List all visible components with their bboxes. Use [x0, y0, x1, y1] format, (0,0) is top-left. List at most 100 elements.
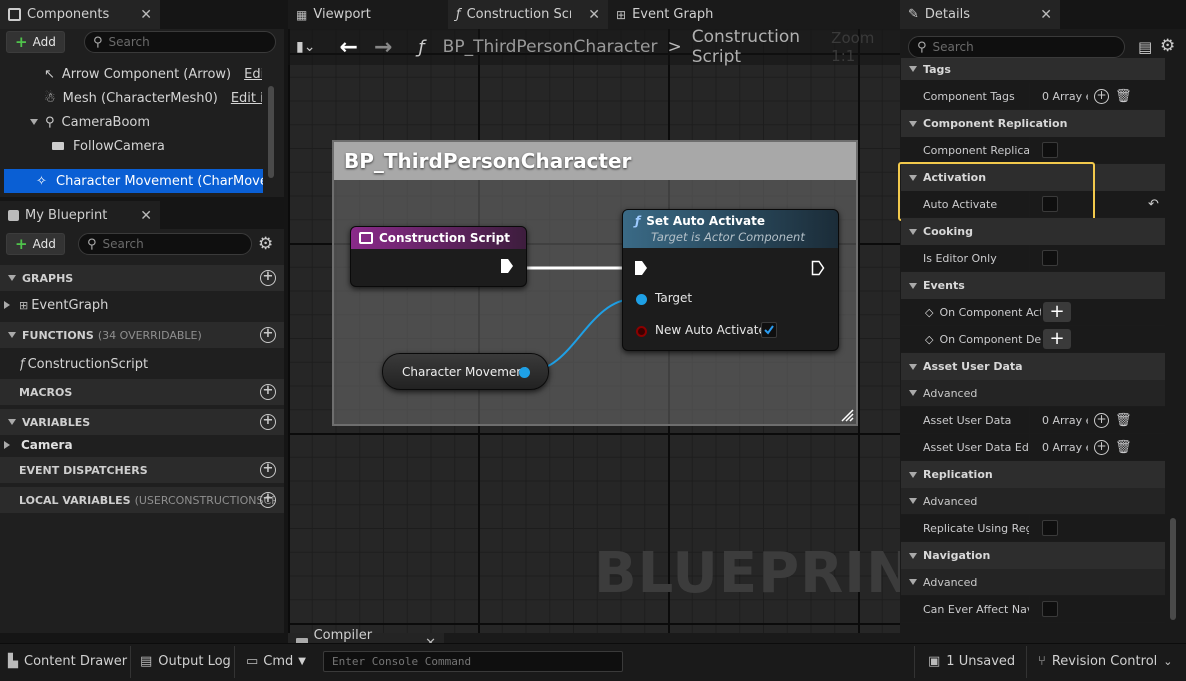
- divider: [130, 646, 131, 678]
- section-macros[interactable]: MACROS +: [0, 379, 284, 405]
- save-icon: ▣: [928, 654, 941, 669]
- function-icon: ƒ: [456, 7, 461, 22]
- tab-viewport[interactable]: ▦ Viewport: [288, 0, 448, 29]
- chevron-right-icon[interactable]: [4, 441, 10, 449]
- tab-event-graph[interactable]: ⊞ Event Graph: [608, 0, 768, 29]
- console-input-box[interactable]: [323, 651, 623, 672]
- section-variables[interactable]: VARIABLES +: [0, 409, 284, 435]
- add-blueprint-button[interactable]: + Add: [6, 233, 65, 255]
- bool-pin[interactable]: [636, 326, 647, 337]
- sub-advanced[interactable]: Advanced: [901, 380, 1165, 407]
- trash-icon[interactable]: 🗑: [1115, 89, 1132, 104]
- tab-my-blueprint[interactable]: My Blueprint ✕: [0, 201, 160, 230]
- cat-events[interactable]: Events: [901, 272, 1165, 299]
- add-dispatcher-icon[interactable]: +: [260, 462, 276, 478]
- console-input[interactable]: [332, 655, 622, 668]
- cat-asset-user-data[interactable]: Asset User Data: [901, 353, 1165, 380]
- reset-to-default-icon[interactable]: ↶: [1148, 197, 1159, 212]
- trash-icon[interactable]: 🗑: [1115, 440, 1132, 455]
- details-scrollbar[interactable]: [1170, 518, 1176, 620]
- exec-in-pin[interactable]: [634, 260, 648, 276]
- target-pin[interactable]: [636, 294, 647, 305]
- edit-in-cpp-link[interactable]: Edit in C++: [231, 91, 262, 106]
- add-component-button[interactable]: + Add: [6, 31, 65, 53]
- trash-icon[interactable]: 🗑: [1115, 413, 1132, 428]
- chevron-right-icon[interactable]: [4, 301, 10, 309]
- construction-script-node[interactable]: Construction Script: [350, 226, 527, 287]
- search-icon: ⚲: [917, 39, 927, 55]
- tree-item-mesh[interactable]: ☃ Mesh (CharacterMesh0) Edit in C++: [44, 86, 262, 110]
- set-auto-activate-node[interactable]: ƒ Set Auto Activate Target is Actor Comp…: [622, 209, 839, 351]
- tab-components[interactable]: Components ✕: [0, 0, 160, 29]
- details-search-input[interactable]: [932, 40, 1116, 54]
- row-asset-user-data: Asset User Data 0 Array elements+🗑: [901, 407, 1165, 434]
- replicate-using-checkbox[interactable]: [1042, 520, 1058, 536]
- terminal-icon: ▭: [246, 654, 259, 669]
- section-event-dispatchers[interactable]: EVENT DISPATCHERS +: [0, 457, 284, 483]
- add-graph-icon[interactable]: +: [260, 270, 276, 286]
- new-auto-activate-checkbox[interactable]: [761, 322, 777, 338]
- tree-item-cameraboom[interactable]: ⚲ CameraBoom: [30, 110, 262, 134]
- cat-replication[interactable]: Replication: [901, 461, 1165, 488]
- close-icon[interactable]: ✕: [1034, 7, 1052, 23]
- is-editor-only-checkbox[interactable]: [1042, 250, 1058, 266]
- blueprint-icon: [8, 210, 19, 221]
- cat-navigation[interactable]: Navigation: [901, 542, 1165, 569]
- component-replicates-checkbox[interactable]: [1042, 142, 1058, 158]
- cat-component-replication[interactable]: Component Replication: [901, 110, 1165, 137]
- components-search-input[interactable]: [108, 35, 267, 49]
- add-event-button[interactable]: +: [1043, 302, 1071, 322]
- log-icon: ▤: [140, 654, 153, 669]
- exec-out-pin[interactable]: [500, 258, 514, 274]
- section-local-variables[interactable]: LOCAL VARIABLES (USERCONSTRUCTIONSCRIPT)…: [0, 487, 284, 513]
- tab-construction-script[interactable]: ƒ Construction Script ✕: [448, 0, 608, 29]
- can-ever-affect-checkbox[interactable]: [1042, 601, 1058, 617]
- pencil-icon: ✎: [908, 7, 919, 22]
- section-functions[interactable]: FUNCTIONS (34 OVERRIDABLE) +: [0, 322, 284, 348]
- add-macro-icon[interactable]: +: [260, 384, 276, 400]
- revision-control-button[interactable]: ⑂ Revision Control ⌄: [1038, 654, 1173, 669]
- add-local-variable-icon[interactable]: +: [260, 492, 276, 508]
- output-log-button[interactable]: ▤ Output Log: [140, 654, 231, 669]
- details-search[interactable]: ⚲: [908, 36, 1125, 58]
- add-element-icon[interactable]: +: [1094, 439, 1109, 455]
- tree-item-arrow[interactable]: ↖ Arrow Component (Arrow) Edit in C++: [44, 62, 262, 86]
- components-search[interactable]: ⚲: [84, 31, 276, 53]
- exec-out-pin[interactable]: [811, 260, 825, 276]
- tree-item-followcamera[interactable]: FollowCamera: [52, 134, 262, 158]
- blueprint-search-input[interactable]: [102, 237, 243, 251]
- gear-icon[interactable]: ⚙: [258, 234, 273, 254]
- edit-in-cpp-link[interactable]: Edit in C++: [244, 67, 262, 82]
- tab-details[interactable]: ✎ Details ✕: [900, 0, 1060, 29]
- close-icon[interactable]: ✕: [134, 7, 152, 23]
- gear-icon[interactable]: ⚙: [1160, 36, 1175, 56]
- blueprint-graph-canvas[interactable]: ▮⌄ ← → ƒ BP_ThirdPersonCharacter > Const…: [288, 29, 900, 633]
- row-component-replicates: Component Replicates: [901, 137, 1165, 164]
- add-function-icon[interactable]: +: [260, 327, 276, 343]
- tree-item-character-movement[interactable]: ✧ Character Movement (CharMoveComp): [4, 169, 263, 193]
- unsaved-button[interactable]: ▣ 1 Unsaved: [928, 654, 1015, 669]
- item-camera-category[interactable]: Camera: [4, 433, 264, 457]
- cat-tags[interactable]: Tags: [901, 58, 1165, 80]
- section-graphs[interactable]: GRAPHS +: [0, 265, 284, 291]
- chevron-down-icon[interactable]: [30, 119, 38, 125]
- object-out-pin[interactable]: [519, 367, 530, 378]
- add-variable-icon[interactable]: +: [260, 414, 276, 430]
- add-element-icon[interactable]: +: [1094, 88, 1109, 104]
- components-scrollbar[interactable]: [268, 86, 274, 178]
- table-view-icon[interactable]: ▤: [1138, 38, 1152, 56]
- close-icon[interactable]: ✕: [134, 208, 152, 224]
- item-eventgraph[interactable]: ⊞ EventGraph: [4, 293, 264, 317]
- character-movement-node[interactable]: Character Movement: [382, 353, 549, 390]
- close-icon[interactable]: ✕: [582, 7, 600, 23]
- cat-cooking[interactable]: Cooking: [901, 218, 1165, 245]
- sub-advanced[interactable]: Advanced: [901, 569, 1165, 596]
- add-event-button[interactable]: +: [1043, 329, 1071, 349]
- add-element-icon[interactable]: +: [1094, 412, 1109, 428]
- blueprint-search[interactable]: ⚲: [78, 233, 252, 255]
- sub-advanced[interactable]: Advanced: [901, 488, 1165, 515]
- cmd-dropdown[interactable]: ▭ Cmd ▼: [246, 654, 306, 669]
- item-constructionscript[interactable]: ƒ ConstructionScript: [20, 352, 264, 376]
- row-can-ever-affect-navigation: Can Ever Affect Navigation: [901, 596, 1165, 623]
- content-drawer-button[interactable]: ▙ Content Drawer: [8, 654, 127, 669]
